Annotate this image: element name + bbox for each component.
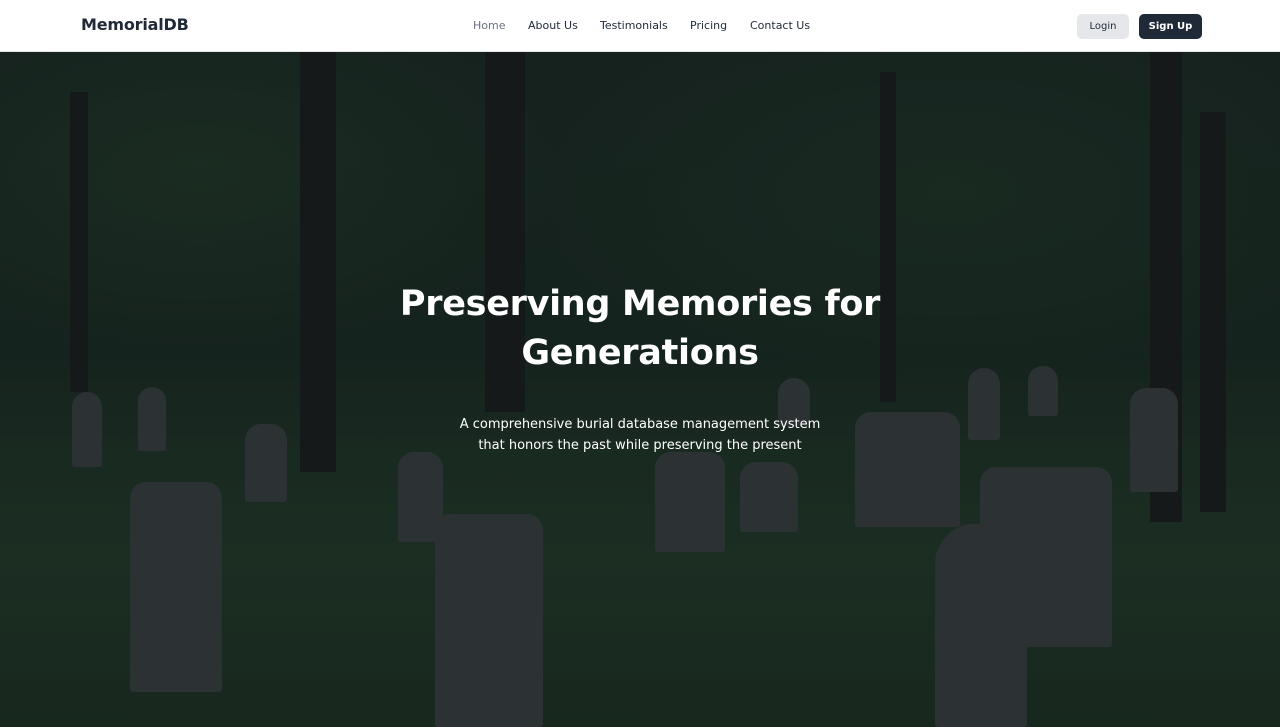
- nav-link-home[interactable]: Home: [473, 19, 505, 32]
- nav-link-about-us[interactable]: About Us: [528, 19, 578, 32]
- hero-subtitle: A comprehensive burial database manageme…: [440, 414, 840, 456]
- top-navbar: MemorialDB Home About Us Testimonials Pr…: [0, 0, 1280, 52]
- hero-title: Preserving Memories for Generations: [340, 280, 940, 378]
- nav-link-testimonials[interactable]: Testimonials: [600, 19, 668, 32]
- hero-section: Preserving Memories for Generations A co…: [0, 52, 1280, 727]
- login-button[interactable]: Login: [1077, 14, 1129, 39]
- hero-subtitle-line-2: that honors the past while preserving th…: [478, 438, 802, 453]
- hero-subtitle-line-1: A comprehensive burial database manageme…: [459, 417, 821, 432]
- nav-link-pricing[interactable]: Pricing: [690, 19, 727, 32]
- signup-button[interactable]: Sign Up: [1139, 14, 1202, 39]
- nav-link-contact-us[interactable]: Contact Us: [750, 19, 810, 32]
- hero-title-line-2: Generations: [521, 333, 759, 373]
- hero-dark-overlay: [0, 52, 1280, 727]
- hero-title-line-1: Preserving Memories for: [399, 284, 881, 324]
